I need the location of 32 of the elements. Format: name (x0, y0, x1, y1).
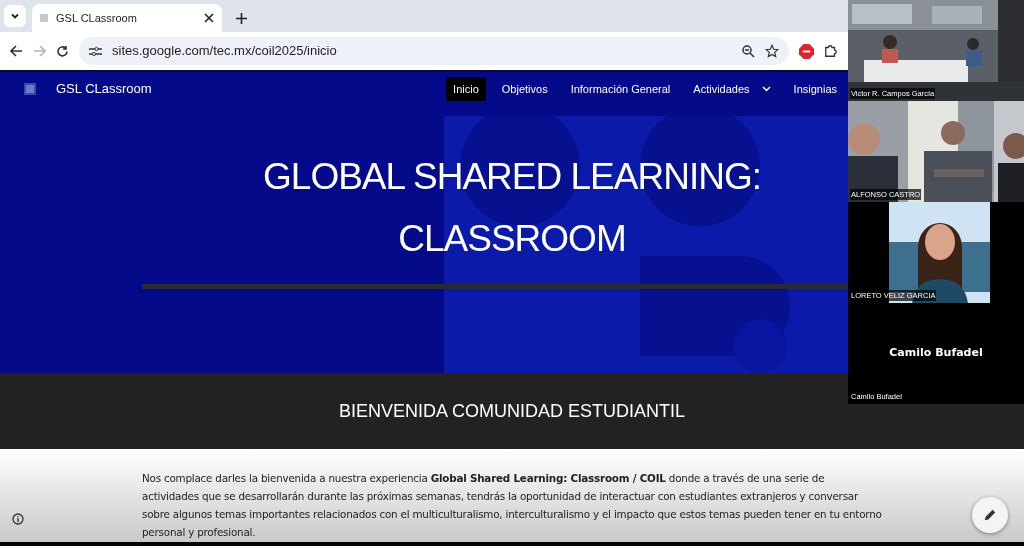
plus-icon (236, 13, 247, 24)
tab-list-button[interactable] (4, 5, 26, 27)
site-logo-icon (24, 83, 36, 95)
chevron-down-icon (10, 11, 20, 21)
participant-display-name: Camilo Bufadel (888, 345, 984, 361)
nav-tab[interactable]: Información General (563, 76, 678, 102)
intro-paragraph: Nos complace darles la bienvenida a nuestra experiencia Global Shared Learning: Classroom / COIL donde a través de una serie de actividades que se desarrollarán durante las próximas semanas, tendrás la oportunidad de interactuar con estudiantes extranjeros y conversar sobre algunos temas importantes relacionados con el multiculturalismo, interculturalismo y el impacto que estos temas pueden tener en tu entorno personal y profesional. (142, 471, 883, 540)
edit-button[interactable] (972, 497, 1008, 533)
zoom-button[interactable] (742, 44, 755, 58)
close-tab-button[interactable] (204, 13, 214, 23)
hero-title: GLOBAL SHARED LEARNING: CLASSROOM (262, 155, 762, 261)
section-heading: BIENVENIDA COMUNIDAD ESTUDIANTIL (338, 399, 686, 423)
bookmark-button[interactable] (765, 44, 779, 58)
site-settings-icon[interactable] (89, 45, 102, 57)
nav-tab[interactable]: Actividades (686, 76, 778, 102)
browser-tab[interactable]: GSL CLassroom (32, 4, 222, 32)
page-icon (40, 14, 48, 22)
address-bar[interactable]: sites.google.com/tec.mx/coil2025/inicio (79, 37, 789, 65)
nav-tab[interactable]: Inicio (446, 76, 486, 102)
tab-title: GSL CLassroom (56, 10, 138, 26)
extensions-button[interactable] (824, 44, 838, 58)
close-icon (204, 13, 214, 23)
url-text: sites.google.com/tec.mx/coil2025/inicio (112, 42, 338, 61)
site-name[interactable]: GSL CLassroom (56, 79, 438, 99)
new-tab-button[interactable] (236, 13, 247, 24)
pencil-icon (983, 508, 997, 522)
reload-button[interactable] (56, 44, 69, 58)
adblock-extension-button[interactable] (799, 43, 814, 59)
info-icon[interactable] (12, 513, 24, 525)
back-button[interactable] (10, 45, 23, 57)
nav-tab[interactable]: Insignias (786, 76, 844, 102)
nav-tab[interactable]: Objetivos (494, 76, 555, 102)
